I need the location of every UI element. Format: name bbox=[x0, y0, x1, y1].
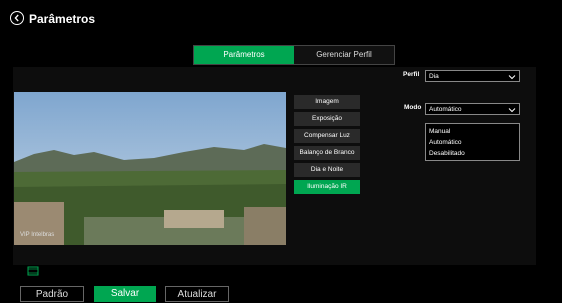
video-watermark: VIP Intelbras bbox=[20, 232, 55, 238]
mode-option-automatico[interactable]: Automático bbox=[429, 137, 516, 148]
menu-item-balanco-de-branco[interactable]: Balanço de Branco bbox=[294, 146, 360, 160]
tab-gerenciar-perfil[interactable]: Gerenciar Perfil bbox=[294, 46, 394, 64]
settings-menu: Imagem Exposição Compensar Luz Balanço d… bbox=[294, 95, 360, 197]
fit-screen-icon[interactable] bbox=[27, 266, 39, 276]
mode-option-desabilitado[interactable]: Desabilitado bbox=[429, 148, 516, 159]
tab-bar: Parâmetros Gerenciar Perfil bbox=[193, 45, 395, 65]
profile-select-value: Dia bbox=[429, 73, 439, 80]
profile-select[interactable]: Dia bbox=[425, 70, 520, 82]
menu-item-imagem[interactable]: Imagem bbox=[294, 95, 360, 109]
menu-item-compensar-luz[interactable]: Compensar Luz bbox=[294, 129, 360, 143]
top-bar: Parâmetros bbox=[0, 0, 562, 38]
profile-label: Perfil bbox=[403, 71, 420, 78]
menu-item-exposicao[interactable]: Exposição bbox=[294, 112, 360, 126]
menu-item-dia-e-noite[interactable]: Dia e Noite bbox=[294, 163, 360, 177]
mode-select-value: Automático bbox=[429, 106, 462, 113]
mode-dropdown: Manual Automático Desabilitado bbox=[425, 123, 520, 161]
mode-label: Modo bbox=[404, 104, 422, 111]
mode-option-manual[interactable]: Manual bbox=[429, 126, 516, 137]
mode-select[interactable]: Automático bbox=[425, 103, 520, 115]
tab-parametros[interactable]: Parâmetros bbox=[194, 46, 294, 64]
chevron-down-icon bbox=[508, 75, 516, 80]
camera-preview bbox=[14, 92, 286, 245]
menu-item-iluminacao-ir[interactable]: Iluminação IR bbox=[294, 180, 360, 194]
page-title: Parâmetros bbox=[29, 12, 96, 26]
back-circle-icon[interactable] bbox=[10, 11, 24, 25]
chevron-down-icon bbox=[508, 108, 516, 113]
